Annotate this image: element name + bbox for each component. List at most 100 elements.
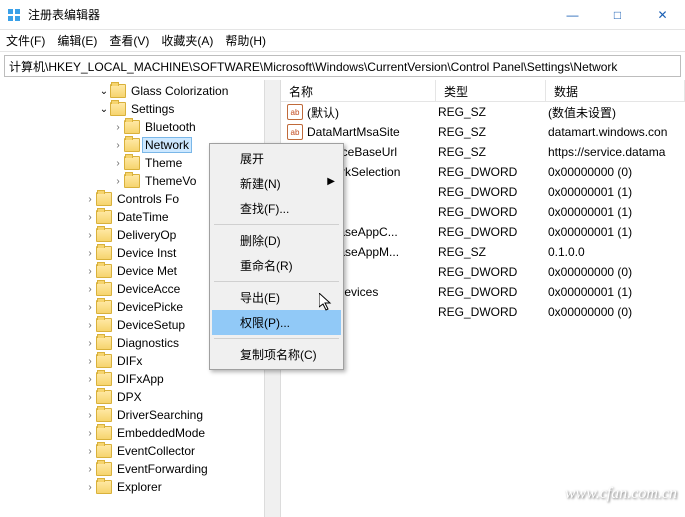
chevron-right-icon[interactable]: › <box>84 356 96 367</box>
folder-icon <box>124 138 140 152</box>
folder-icon <box>110 102 126 116</box>
chevron-right-icon[interactable]: › <box>84 230 96 241</box>
value-data: 0x00000000 (0) <box>548 265 685 279</box>
value-data: datamart.windows.con <box>548 125 685 139</box>
ctx-separator <box>214 224 339 225</box>
ctx-new[interactable]: 新建(N)▶ <box>212 171 341 196</box>
value-data: 0x00000001 (1) <box>548 185 685 199</box>
ctx-permissions[interactable]: 权限(P)... <box>212 310 341 335</box>
ctx-delete[interactable]: 删除(D) <box>212 228 341 253</box>
value-data: 0.1.0.0 <box>548 245 685 259</box>
folder-icon <box>96 462 112 476</box>
ctx-new-label: 新建(N) <box>240 177 281 191</box>
chevron-right-icon[interactable]: › <box>112 158 124 169</box>
value-type: REG_DWORD <box>438 225 548 239</box>
menu-view[interactable]: 查看(V) <box>109 32 149 49</box>
chevron-right-icon[interactable]: › <box>84 248 96 259</box>
chevron-right-icon[interactable]: › <box>84 338 96 349</box>
value-type: REG_DWORD <box>438 265 548 279</box>
maximize-button[interactable]: □ <box>595 0 640 29</box>
chevron-right-icon[interactable]: › <box>84 212 96 223</box>
folder-icon <box>96 336 112 350</box>
value-type: REG_SZ <box>438 145 548 159</box>
tree-item-label: Device Inst <box>115 246 178 260</box>
ctx-find[interactable]: 查找(F)... <box>212 196 341 221</box>
ctx-expand[interactable]: 展开 <box>212 146 341 171</box>
menu-edit[interactable]: 编辑(E) <box>57 32 97 49</box>
menu-favorites[interactable]: 收藏夹(A) <box>161 32 213 49</box>
tree-item[interactable]: ⌄Glass Colorization <box>0 82 280 100</box>
tree-item-label: DevicePicke <box>115 300 185 314</box>
folder-icon <box>96 264 112 278</box>
chevron-right-icon[interactable]: › <box>84 194 96 205</box>
folder-icon <box>96 390 112 404</box>
chevron-right-icon[interactable]: › <box>84 464 96 475</box>
tree-item-label: Diagnostics <box>115 336 181 350</box>
ctx-copy-key-name[interactable]: 复制项名称(C) <box>212 342 341 367</box>
tree-item[interactable]: › EventForwarding <box>0 460 280 478</box>
chevron-right-icon[interactable]: › <box>84 392 96 403</box>
chevron-right-icon[interactable]: › <box>112 122 124 133</box>
chevron-right-icon[interactable]: › <box>84 302 96 313</box>
folder-icon <box>96 300 112 314</box>
tree-item[interactable]: ›DriverSearching <box>0 406 280 424</box>
chevron-right-icon[interactable]: › <box>84 410 96 421</box>
value-row[interactable]: abDataMartMsaSiteREG_SZdatamart.windows.… <box>281 122 685 142</box>
tree-item-label: Explorer <box>115 480 164 494</box>
column-data[interactable]: 数据 <box>546 80 685 101</box>
tree-item-label: Theme <box>143 156 184 170</box>
chevron-right-icon[interactable]: › <box>84 428 96 439</box>
chevron-right-icon[interactable]: › <box>84 446 96 457</box>
minimize-button[interactable]: ― <box>550 0 595 29</box>
tree-item-label: DeviceSetup <box>115 318 187 332</box>
column-name[interactable]: 名称 <box>281 80 436 101</box>
tree-item-label: Bluetooth <box>143 120 198 134</box>
column-type[interactable]: 类型 <box>436 80 546 101</box>
chevron-right-icon[interactable]: › <box>84 374 96 385</box>
tree-item[interactable]: › Bluetooth <box>0 118 280 136</box>
tree-item[interactable]: › EmbeddedMode <box>0 424 280 442</box>
tree-item[interactable]: ›EventCollector <box>0 442 280 460</box>
folder-icon <box>96 210 112 224</box>
value-type: REG_DWORD <box>438 165 548 179</box>
chevron-right-icon[interactable]: › <box>84 266 96 277</box>
chevron-down-icon[interactable]: ⌄ <box>98 104 110 115</box>
folder-icon <box>96 192 112 206</box>
menu-help[interactable]: 帮助(H) <box>225 32 266 49</box>
value-data: (数值未设置) <box>548 104 685 121</box>
folder-icon <box>96 318 112 332</box>
close-button[interactable]: ✕ <box>640 0 685 29</box>
tree-item-label: Device Met <box>115 264 179 278</box>
chevron-right-icon[interactable]: › <box>84 284 96 295</box>
folder-icon <box>96 354 112 368</box>
tree-item[interactable]: ⌄Settings <box>0 100 280 118</box>
watermark: www.cfan.com.cn <box>565 485 677 503</box>
chevron-right-icon[interactable]: › <box>112 140 124 151</box>
window-title: 注册表编辑器 <box>28 6 550 23</box>
ctx-export[interactable]: 导出(E) <box>212 285 341 310</box>
menu-file[interactable]: 文件(F) <box>6 32 45 49</box>
tree-item-label: EventForwarding <box>115 462 210 476</box>
chevron-down-icon[interactable]: ⌄ <box>98 86 110 97</box>
value-type: REG_SZ <box>438 105 548 119</box>
value-data: 0x00000001 (1) <box>548 225 685 239</box>
ctx-rename[interactable]: 重命名(R) <box>212 253 341 278</box>
value-data: 0x00000001 (1) <box>548 285 685 299</box>
tree-item-label: DeliveryOp <box>115 228 178 242</box>
value-type: REG_SZ <box>438 245 548 259</box>
context-menu: 展开 新建(N)▶ 查找(F)... 删除(D) 重命名(R) 导出(E) 权限… <box>209 143 344 370</box>
address-bar[interactable]: 计算机\HKEY_LOCAL_MACHINE\SOFTWARE\Microsof… <box>4 55 681 77</box>
tree-item-label: EmbeddedMode <box>115 426 207 440</box>
tree-item-label: Controls Fo <box>115 192 181 206</box>
tree-item[interactable]: ›DPX <box>0 388 280 406</box>
tree-item[interactable]: ›DIFxApp <box>0 370 280 388</box>
app-icon <box>6 7 22 23</box>
tree-item[interactable]: › Explorer <box>0 478 280 496</box>
chevron-right-icon[interactable]: › <box>84 320 96 331</box>
folder-icon <box>96 372 112 386</box>
chevron-right-icon[interactable]: › <box>112 176 124 187</box>
chevron-right-icon[interactable]: › <box>84 482 96 493</box>
folder-icon <box>96 282 112 296</box>
value-row[interactable]: ab(默认)REG_SZ(数值未设置) <box>281 102 685 122</box>
folder-icon <box>124 174 140 188</box>
